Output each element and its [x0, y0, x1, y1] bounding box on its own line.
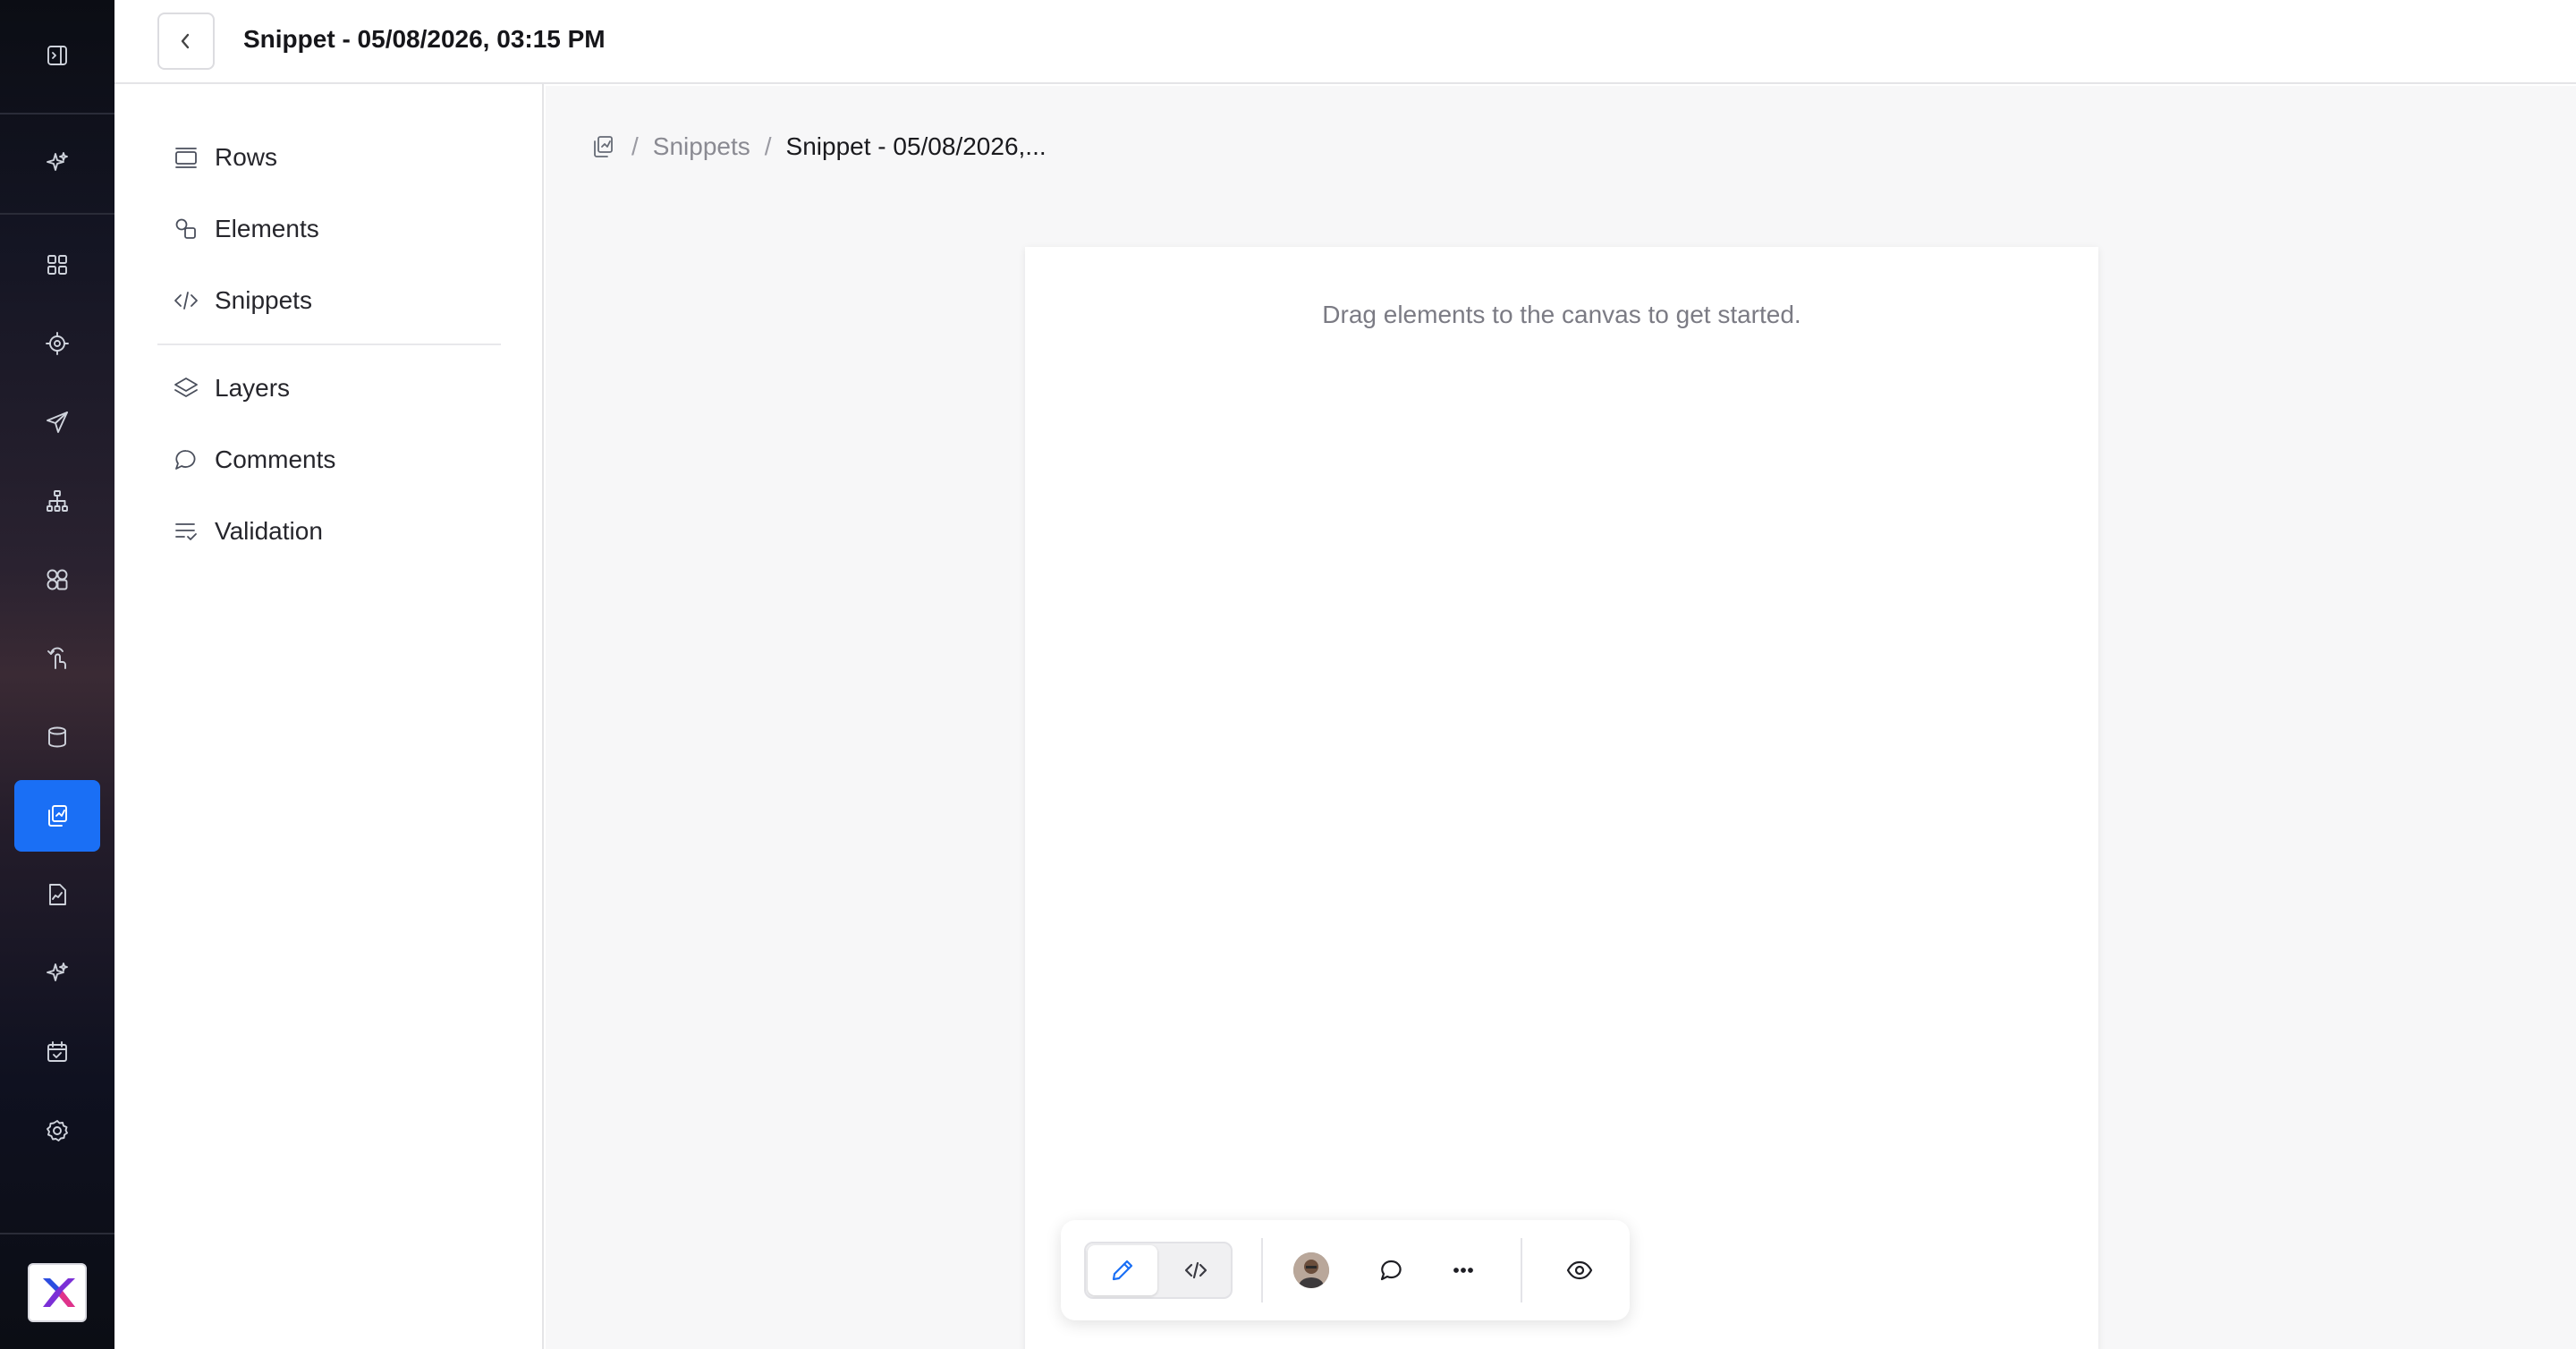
- preview-eye-icon: [1566, 1260, 1593, 1280]
- layers-icon: [174, 378, 198, 397]
- comments-button[interactable]: [1367, 1245, 1417, 1295]
- comment-icon: [175, 450, 196, 470]
- more-icon: [1453, 1268, 1473, 1273]
- sidebar-toggle-icon: [47, 46, 67, 65]
- rail-item-components[interactable]: [14, 544, 100, 615]
- rail-item-campaigns[interactable]: [14, 386, 100, 458]
- rail-item-data[interactable]: [14, 701, 100, 773]
- page-title: Snippet - 05/08/2026, 03:15 PM: [243, 25, 606, 53]
- sidebar-item-rows[interactable]: Rows: [172, 132, 277, 182]
- app-logo[interactable]: [28, 1263, 87, 1322]
- ai-sparkle-icon: [47, 963, 68, 981]
- mode-toggle: [1084, 1242, 1233, 1299]
- rail-item-ai[interactable]: [14, 127, 100, 199]
- rail-item-journeys[interactable]: [14, 465, 100, 537]
- sidebar-toggle-button[interactable]: [14, 20, 100, 91]
- sidebar-item-label: Snippets: [215, 286, 312, 314]
- breadcrumb-separator: /: [631, 132, 639, 160]
- sidebar-item-snippets[interactable]: Snippets: [172, 276, 312, 326]
- sidebar-item-label: Validation: [215, 517, 323, 545]
- components-icon: [47, 569, 68, 590]
- editor-toolbar: [1061, 1220, 1630, 1320]
- code-icon: [1184, 1261, 1208, 1279]
- dashboard-grid-icon: [47, 255, 67, 275]
- sidebar-item-elements[interactable]: Elements: [172, 204, 319, 254]
- user-avatar-icon: [1293, 1252, 1329, 1288]
- top-header: Snippet - 05/08/2026, 03:15 PM: [114, 0, 2576, 84]
- touch-icon: [47, 647, 66, 669]
- preview-button[interactable]: [1555, 1245, 1605, 1295]
- back-button[interactable]: [157, 13, 215, 70]
- snippets-icon: [48, 805, 67, 827]
- chevron-left-icon: [181, 33, 190, 49]
- app-rail: [0, 0, 114, 1349]
- sparkle-icon: [47, 152, 68, 171]
- design-canvas[interactable]: Drag elements to the canvas to get start…: [1025, 247, 2098, 1349]
- code-mode-button[interactable]: [1161, 1245, 1231, 1295]
- sitemap-icon: [47, 490, 68, 512]
- rail-item-targeting[interactable]: [14, 308, 100, 379]
- rail-item-interactions[interactable]: [14, 623, 100, 694]
- editor-workspace: / Snippets / Snippet - 05/08/2026,... Dr…: [546, 86, 2576, 1349]
- database-icon: [48, 726, 66, 748]
- sidebar-item-label: Elements: [215, 215, 319, 242]
- sidebar-item-validation[interactable]: Validation: [172, 506, 323, 556]
- rail-item-settings[interactable]: [14, 1095, 100, 1167]
- send-icon: [47, 411, 68, 433]
- report-icon: [49, 884, 66, 905]
- avatar[interactable]: [1293, 1252, 1329, 1288]
- sidebar-divider: [157, 344, 501, 345]
- settings-icon: [47, 1120, 68, 1141]
- rows-icon: [175, 148, 197, 168]
- calendar-icon: [47, 1041, 67, 1062]
- code-icon: [174, 292, 198, 310]
- rail-divider: [0, 213, 114, 215]
- design-mode-button[interactable]: [1088, 1245, 1157, 1295]
- elements-icon: [175, 218, 196, 239]
- sidebar-item-label: Layers: [215, 374, 291, 402]
- validation-icon: [175, 523, 197, 540]
- breadcrumb-snippets-link[interactable]: Snippets: [653, 132, 750, 161]
- rail-divider: [0, 113, 114, 115]
- toolbar-divider: [1261, 1238, 1263, 1302]
- target-icon: [46, 332, 69, 355]
- sidebar-item-layers[interactable]: Layers: [172, 363, 290, 413]
- rail-item-snippets[interactable]: [14, 780, 100, 852]
- breadcrumb: / Snippets / Snippet - 05/08/2026,...: [589, 132, 1046, 161]
- sidebar-item-label: Rows: [215, 143, 278, 171]
- rail-item-reports[interactable]: [14, 859, 100, 930]
- toolbar-divider: [1521, 1238, 1522, 1302]
- sidebar-item-label: Comments: [215, 445, 336, 473]
- rail-item-ai-assistant[interactable]: [14, 938, 100, 1009]
- comment-icon: [1380, 1260, 1402, 1281]
- rail-divider: [0, 1233, 114, 1234]
- canvas-empty-hint: Drag elements to the canvas to get start…: [1322, 301, 1801, 328]
- snippets-icon[interactable]: [589, 132, 617, 161]
- pencil-icon: [1112, 1260, 1133, 1281]
- rail-item-calendar[interactable]: [14, 1016, 100, 1088]
- rail-item-dashboard[interactable]: [14, 229, 100, 301]
- breadcrumb-current: Snippet - 05/08/2026,...: [785, 132, 1046, 160]
- editor-sidebar: Rows Elements Snippets Layers Comments V…: [114, 84, 544, 1349]
- more-options-button[interactable]: [1438, 1245, 1488, 1295]
- sidebar-item-comments[interactable]: Comments: [172, 435, 335, 485]
- breadcrumb-separator: /: [764, 132, 772, 160]
- app-logo-icon: [43, 1278, 75, 1307]
